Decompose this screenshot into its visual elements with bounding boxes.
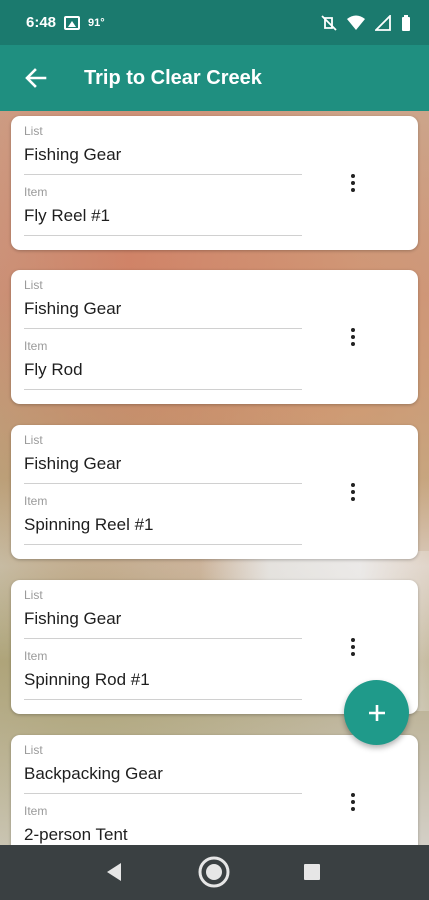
status-left: 6:48 91° (26, 14, 105, 31)
item-label: Item (24, 494, 48, 508)
add-item-fab[interactable] (344, 680, 409, 745)
list-item-card[interactable]: List Fishing Gear Item Spinning Reel #1 (11, 425, 418, 559)
status-time: 6:48 (26, 14, 57, 31)
status-right (321, 14, 411, 31)
status-bar: 6:48 91° (0, 0, 429, 45)
item-label: Item (24, 649, 48, 663)
recents-square-icon (304, 864, 320, 880)
item-label: Item (24, 185, 48, 199)
nav-back-button[interactable] (104, 861, 124, 888)
more-vert-icon (351, 638, 355, 642)
more-options-button[interactable] (341, 322, 365, 352)
more-vert-icon (351, 793, 355, 797)
list-item-card[interactable]: List Fishing Gear Item Fly Rod (11, 270, 418, 404)
signal-icon (375, 14, 391, 31)
more-options-button[interactable] (341, 477, 365, 507)
item-value: Fly Rod (24, 360, 83, 379)
list-value: Fishing Gear (24, 299, 122, 318)
item-value: Spinning Reel #1 (24, 515, 154, 534)
list-label: List (24, 124, 43, 138)
item-value: 2-person Tent (24, 825, 128, 844)
more-options-button[interactable] (341, 168, 365, 198)
field-divider (24, 235, 302, 236)
more-vert-icon (351, 483, 355, 487)
gallery-icon (64, 15, 81, 30)
more-options-button[interactable] (341, 787, 365, 817)
plus-icon (368, 704, 385, 721)
list-label: List (24, 588, 43, 602)
list-value: Fishing Gear (24, 145, 122, 164)
list-item-card[interactable]: List Fishing Gear Item Fly Reel #1 (11, 116, 418, 250)
list-label: List (24, 433, 43, 447)
item-label: Item (24, 339, 48, 353)
nav-home-button[interactable] (197, 855, 231, 894)
field-divider (24, 174, 302, 175)
field-divider (24, 389, 302, 390)
page-title: Trip to Clear Creek (84, 66, 262, 89)
wifi-icon (347, 15, 365, 30)
battery-icon (402, 14, 410, 31)
item-value: Spinning Rod #1 (24, 670, 150, 689)
field-divider (24, 638, 302, 639)
item-label: Item (24, 804, 48, 818)
system-nav-bar (0, 845, 429, 900)
back-button[interactable] (6, 45, 66, 111)
field-divider (24, 793, 302, 794)
temperature-text: 91° (88, 16, 105, 29)
nav-recents-button[interactable] (303, 863, 321, 886)
more-options-button[interactable] (341, 632, 365, 662)
list-item-card[interactable]: List Backpacking Gear Item 2-person Tent (11, 735, 418, 845)
field-divider (24, 483, 302, 484)
vibrate-off-icon (321, 14, 337, 31)
list-value: Fishing Gear (24, 609, 122, 628)
item-value: Fly Reel #1 (24, 206, 110, 225)
home-circle-icon (198, 856, 230, 888)
arrow-back-icon (25, 68, 47, 88)
more-vert-icon (351, 174, 355, 178)
more-vert-icon (351, 328, 355, 332)
list-value: Fishing Gear (24, 454, 122, 473)
field-divider (24, 328, 302, 329)
field-divider (24, 699, 302, 700)
list-label: List (24, 743, 43, 757)
app-bar: Trip to Clear Creek (0, 45, 429, 111)
back-triangle-icon (107, 863, 121, 881)
list-value: Backpacking Gear (24, 764, 163, 783)
field-divider (24, 544, 302, 545)
list-label: List (24, 278, 43, 292)
